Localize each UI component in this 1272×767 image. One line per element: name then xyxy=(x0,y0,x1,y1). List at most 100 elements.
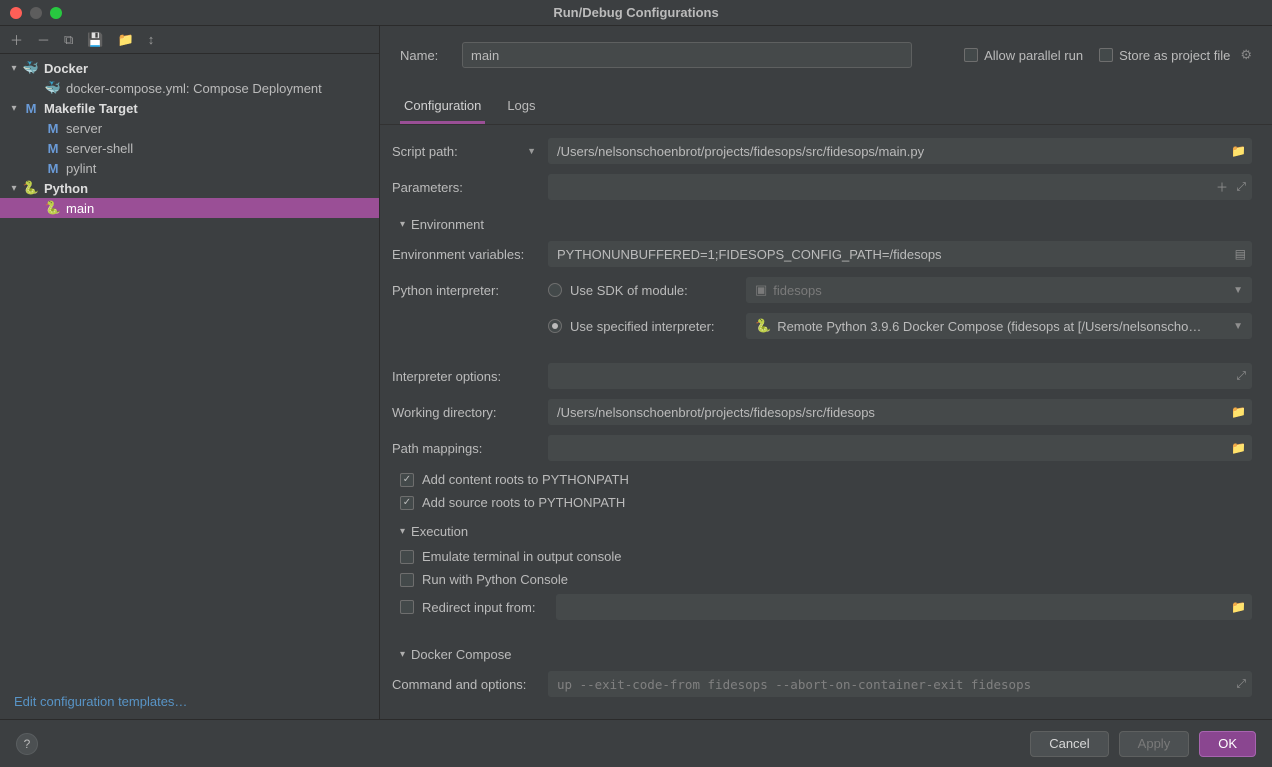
specified-interpreter-dropdown[interactable]: 🐍 Remote Python 3.9.6 Docker Compose (fi… xyxy=(746,313,1252,339)
checkbox-icon xyxy=(1099,48,1113,62)
parameters-input[interactable] xyxy=(548,174,1252,200)
minimize-window-button[interactable] xyxy=(30,7,42,19)
chevron-down-icon: ▾ xyxy=(8,182,20,194)
window-titlebar: Run/Debug Configurations xyxy=(0,0,1272,26)
cancel-button[interactable]: Cancel xyxy=(1030,731,1108,757)
tree-item-docker-compose[interactable]: 🐳 docker-compose.yml: Compose Deployment xyxy=(0,78,379,98)
gear-icon[interactable]: ⚙ xyxy=(1240,47,1252,63)
parameters-label: Parameters: xyxy=(392,180,548,195)
makefile-icon: M xyxy=(44,161,62,176)
interp-options-input[interactable] xyxy=(548,363,1252,389)
configuration-form: Script path: ▼ 📁 Parameters: ＋ ⤢ ▾ Env xyxy=(380,125,1272,719)
radio-use-specified[interactable] xyxy=(548,319,562,333)
chevron-down-icon: ▼ xyxy=(1233,321,1243,332)
save-config-icon[interactable]: 💾 xyxy=(87,32,103,48)
add-icon[interactable]: ＋ xyxy=(1216,179,1228,196)
expand-icon[interactable]: ⤢ xyxy=(1236,369,1246,384)
command-options-label: Command and options: xyxy=(392,677,548,692)
docker-icon: 🐳 xyxy=(22,60,40,76)
module-icon: ▣ xyxy=(755,282,767,298)
python-remote-icon: 🐍 xyxy=(755,318,771,334)
folder-config-icon[interactable]: 📁 xyxy=(118,32,134,48)
chevron-down-icon: ▼ xyxy=(1233,285,1243,296)
chevron-down-icon: ▾ xyxy=(8,62,20,74)
workdir-input[interactable] xyxy=(548,399,1252,425)
sort-config-icon[interactable]: ↕ xyxy=(148,32,155,47)
makefile-icon: M xyxy=(44,141,62,156)
tab-logs[interactable]: Logs xyxy=(503,88,539,124)
chevron-down-icon: ▾ xyxy=(400,526,405,537)
add-config-icon[interactable]: ＋ xyxy=(10,30,23,49)
use-sdk-label: Use SDK of module: xyxy=(570,283,738,298)
tree-group-makefile[interactable]: ▾ M Makefile Target xyxy=(0,98,379,118)
docker-icon: 🐳 xyxy=(44,80,62,96)
folder-icon[interactable]: 📁 xyxy=(1231,600,1246,614)
ok-button[interactable]: OK xyxy=(1199,731,1256,757)
script-path-label[interactable]: Script path: ▼ xyxy=(392,144,548,159)
environment-section[interactable]: ▾ Environment xyxy=(392,207,1252,238)
tree-item-server[interactable]: M server xyxy=(0,118,379,138)
window-title: Run/Debug Configurations xyxy=(553,5,718,20)
interp-options-label: Interpreter options: xyxy=(392,369,548,384)
chevron-down-icon: ▾ xyxy=(400,649,405,660)
folder-icon[interactable]: 📁 xyxy=(1231,405,1246,419)
tree-item-pylint[interactable]: M pylint xyxy=(0,158,379,178)
help-button[interactable]: ? xyxy=(16,733,38,755)
python-icon: 🐍 xyxy=(44,200,62,216)
tree-item-server-shell[interactable]: M server-shell xyxy=(0,138,379,158)
folder-icon[interactable]: 📁 xyxy=(1231,441,1246,455)
sdk-module-dropdown[interactable]: ▣ fidesops ▼ xyxy=(746,277,1252,303)
add-source-roots-checkbox[interactable]: Add source roots to PYTHONPATH xyxy=(392,491,1252,514)
apply-button[interactable]: Apply xyxy=(1119,731,1190,757)
checkbox-icon xyxy=(400,496,414,510)
interpreter-label: Python interpreter: xyxy=(392,283,548,298)
chevron-down-icon: ▾ xyxy=(400,219,405,230)
maximize-window-button[interactable] xyxy=(50,7,62,19)
name-row: Name: Allow parallel run Store as projec… xyxy=(380,26,1272,80)
redirect-input-field[interactable] xyxy=(556,594,1252,620)
list-icon[interactable]: ▤ xyxy=(1235,247,1246,261)
workdir-label: Working directory: xyxy=(392,405,548,420)
execution-section[interactable]: ▾ Execution xyxy=(392,514,1252,545)
env-vars-input[interactable] xyxy=(548,241,1252,267)
redirect-input-checkbox[interactable] xyxy=(400,600,414,614)
edit-templates-link[interactable]: Edit configuration templates… xyxy=(0,686,379,719)
allow-parallel-checkbox[interactable]: Allow parallel run xyxy=(964,48,1083,63)
tab-configuration[interactable]: Configuration xyxy=(400,88,485,124)
content-panel: Name: Allow parallel run Store as projec… xyxy=(380,26,1272,719)
path-mappings-label: Path mappings: xyxy=(392,441,548,456)
close-window-button[interactable] xyxy=(10,7,22,19)
command-options-input[interactable] xyxy=(548,671,1252,697)
makefile-icon: M xyxy=(22,101,40,116)
env-vars-label: Environment variables: xyxy=(392,247,548,262)
dialog-footer: ? Cancel Apply OK xyxy=(0,719,1272,767)
emulate-terminal-checkbox[interactable]: Emulate terminal in output console xyxy=(392,545,1252,568)
python-icon: 🐍 xyxy=(22,180,40,196)
name-label: Name: xyxy=(400,48,446,63)
run-python-console-checkbox[interactable]: Run with Python Console xyxy=(392,568,1252,591)
use-specified-label: Use specified interpreter: xyxy=(570,319,738,334)
name-input[interactable] xyxy=(462,42,912,68)
sidebar-toolbar: ＋ － ⧉ 💾 📁 ↕ xyxy=(0,26,379,54)
checkbox-icon xyxy=(400,573,414,587)
store-as-project-checkbox[interactable]: Store as project file ⚙ xyxy=(1099,47,1252,63)
path-mappings-input[interactable] xyxy=(548,435,1252,461)
remove-config-icon[interactable]: － xyxy=(37,30,50,49)
script-path-input[interactable] xyxy=(548,138,1252,164)
tree-group-python[interactable]: ▾ 🐍 Python xyxy=(0,178,379,198)
folder-icon[interactable]: 📁 xyxy=(1231,144,1246,158)
copy-config-icon[interactable]: ⧉ xyxy=(64,32,73,48)
tree-item-main[interactable]: 🐍 main xyxy=(0,198,379,218)
sidebar: ＋ － ⧉ 💾 📁 ↕ ▾ 🐳 Docker 🐳 docker-compose.… xyxy=(0,26,380,719)
tree-group-docker[interactable]: ▾ 🐳 Docker xyxy=(0,58,379,78)
checkbox-icon xyxy=(400,473,414,487)
chevron-down-icon: ▼ xyxy=(527,146,536,156)
expand-icon[interactable]: ⤢ xyxy=(1236,677,1246,692)
checkbox-icon xyxy=(400,550,414,564)
expand-icon[interactable]: ⤢ xyxy=(1236,180,1246,195)
checkbox-icon xyxy=(964,48,978,62)
tabs: Configuration Logs xyxy=(380,88,1272,125)
docker-compose-section[interactable]: ▾ Docker Compose xyxy=(392,637,1252,668)
add-content-roots-checkbox[interactable]: Add content roots to PYTHONPATH xyxy=(392,468,1252,491)
radio-use-sdk[interactable] xyxy=(548,283,562,297)
